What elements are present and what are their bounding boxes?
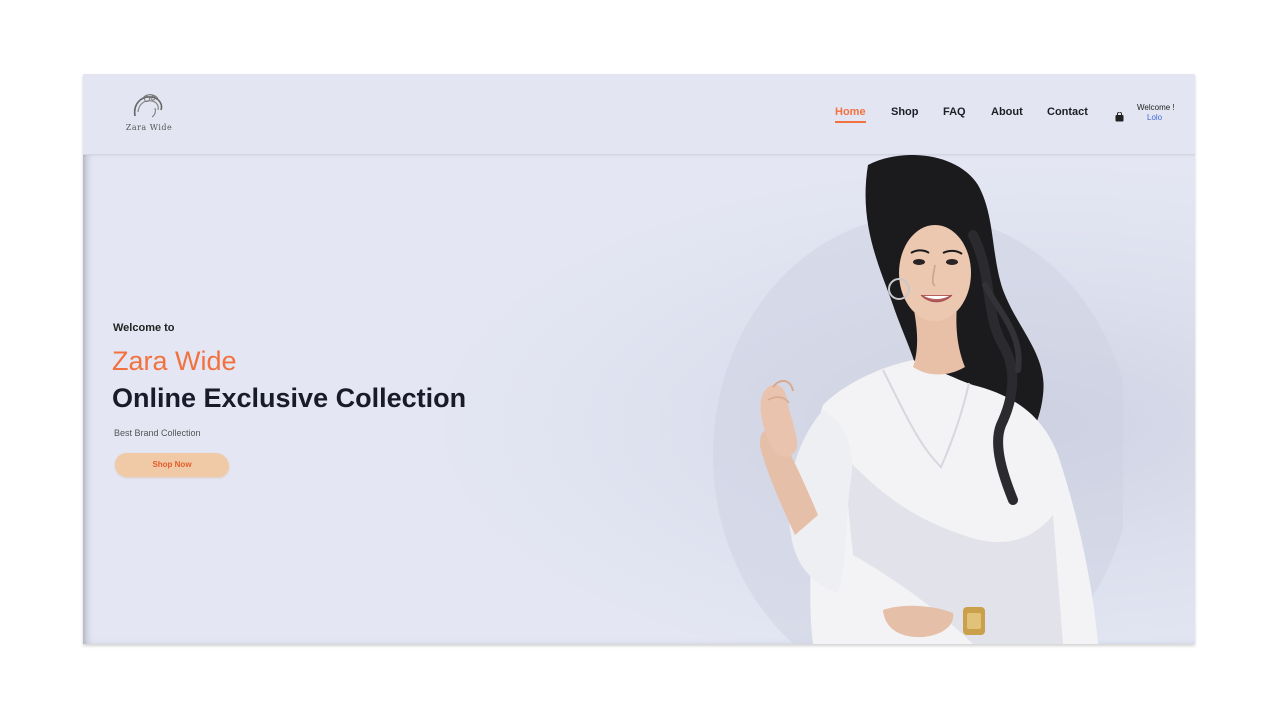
hero-title: Zara Wide (112, 346, 237, 376)
browser-viewport: Zara Wide Home Shop FAQ About Contact We… (83, 74, 1195, 644)
shop-now-button[interactable]: Shop Now (115, 453, 229, 477)
nav-about[interactable]: About (991, 106, 1023, 118)
hero-welcome: Welcome to (113, 322, 175, 334)
nav-home[interactable]: Home (835, 106, 866, 123)
nav-contact[interactable]: Contact (1047, 106, 1088, 118)
nav-faq[interactable]: FAQ (943, 106, 966, 118)
site-logo[interactable]: Zara Wide (119, 90, 179, 138)
nav-shop[interactable]: Shop (891, 106, 919, 118)
user-greeting: Welcome ! (1137, 103, 1175, 112)
hero-model-photo (713, 155, 1123, 644)
shopping-bag-icon[interactable] (1115, 109, 1124, 127)
header: Zara Wide Home Shop FAQ About Contact We… (83, 74, 1195, 155)
user-name[interactable]: Lolo (1137, 113, 1175, 123)
logo-icon (133, 94, 163, 118)
user-account[interactable]: Welcome ! Lolo (1137, 103, 1175, 123)
hero-section: Welcome to Zara Wide Online Exclusive Co… (83, 155, 1195, 644)
hero-description: Best Brand Collection (114, 428, 201, 438)
hero-subtitle: Online Exclusive Collection (112, 383, 467, 413)
logo-text: Zara Wide (125, 123, 173, 132)
